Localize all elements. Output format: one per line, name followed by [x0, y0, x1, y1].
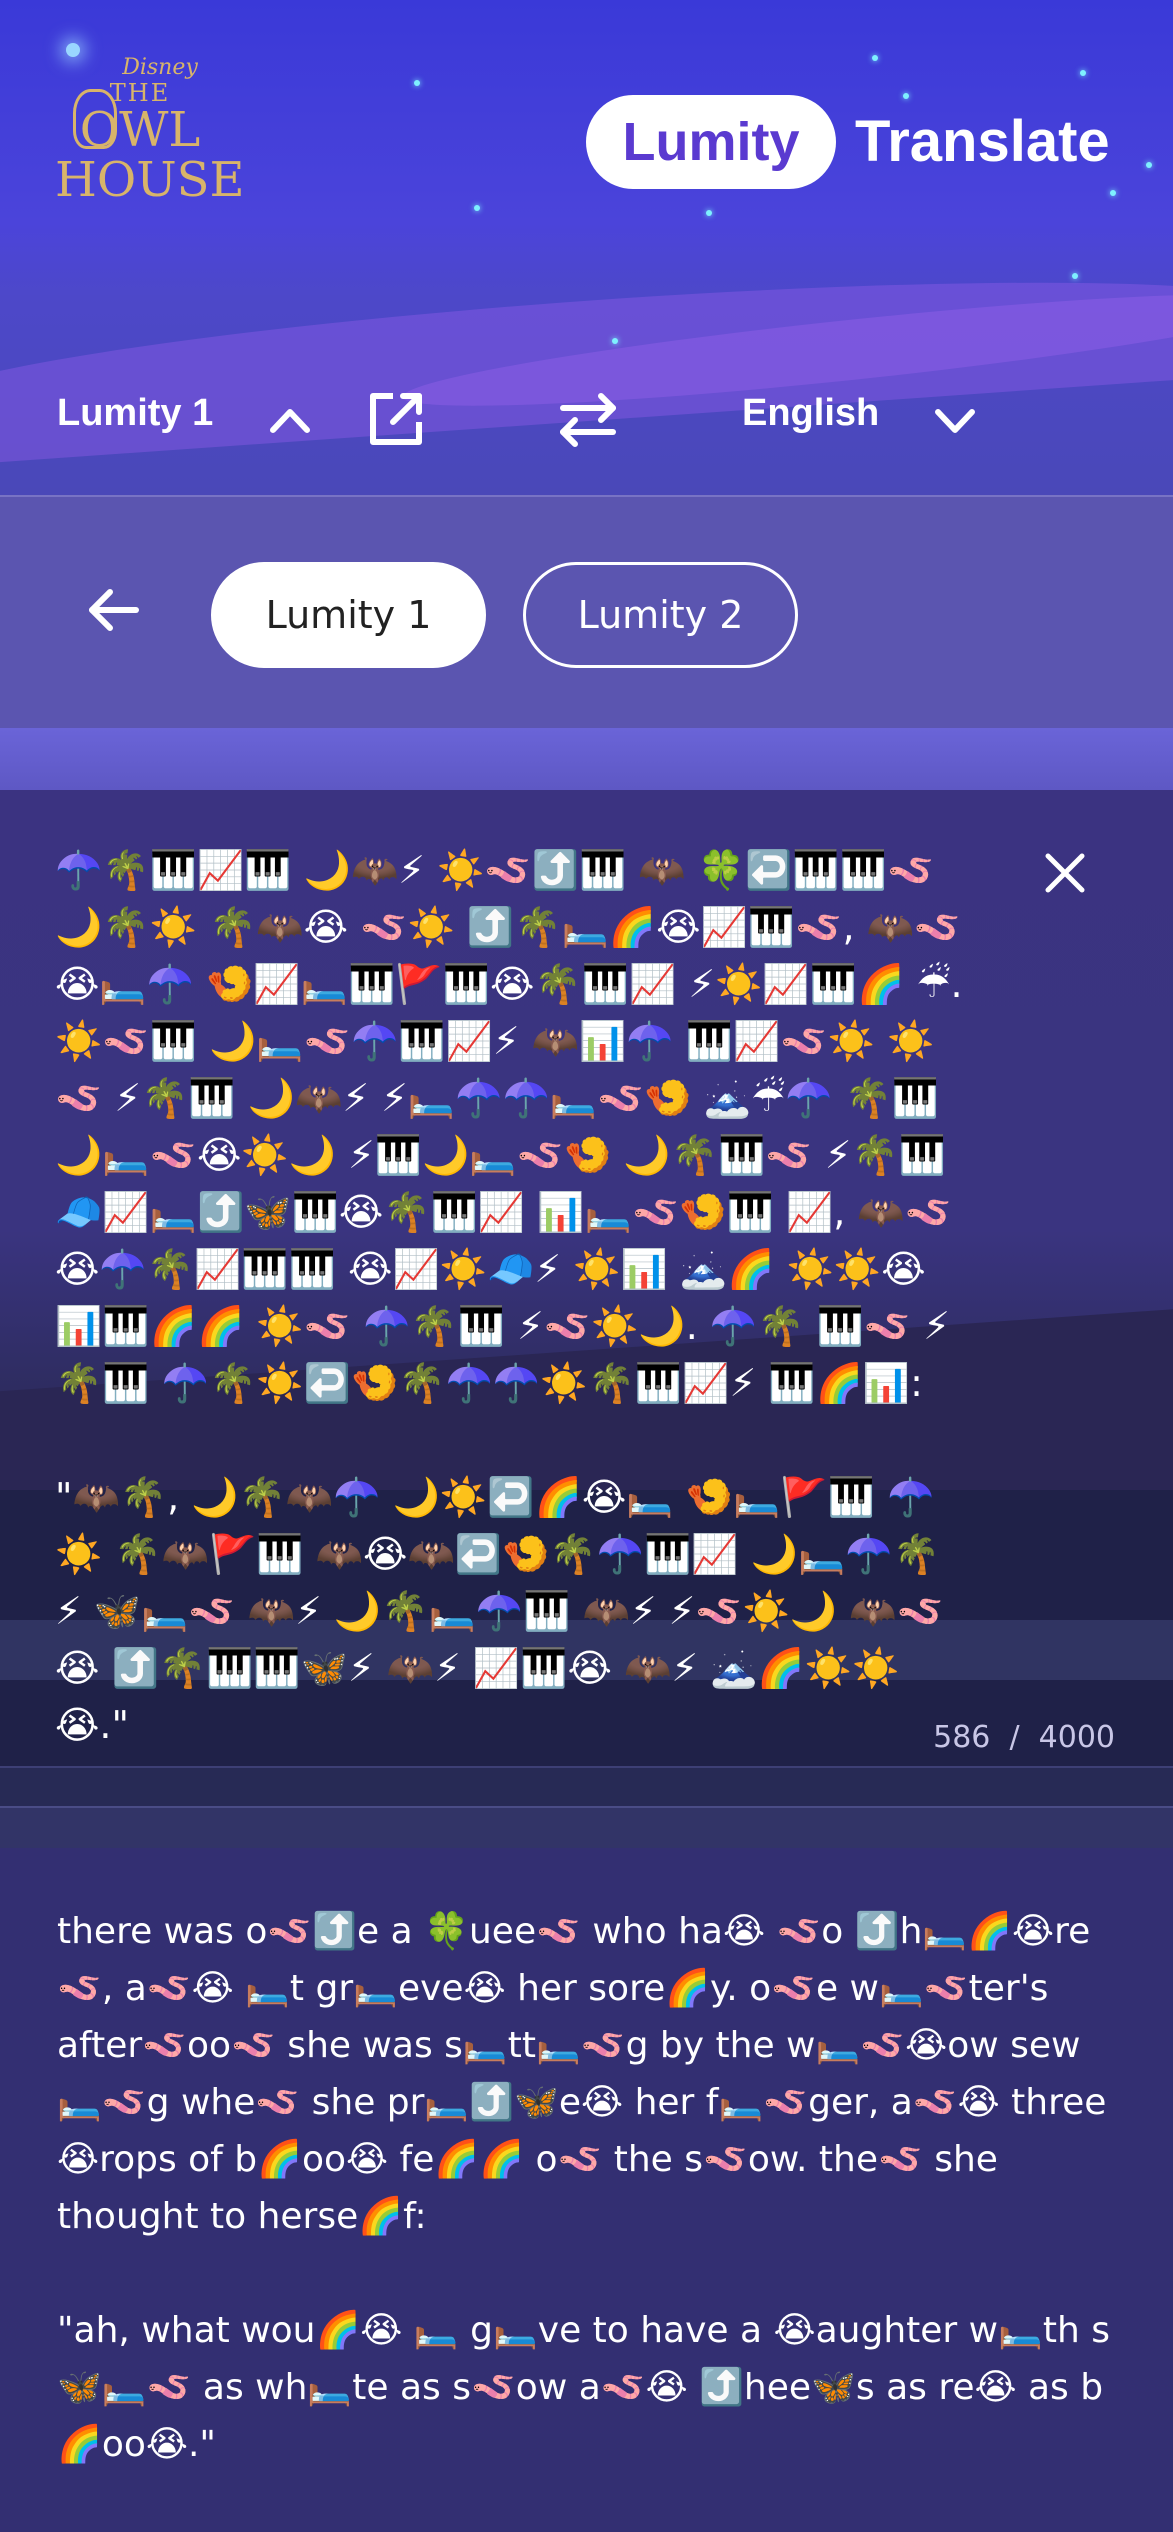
external-link-icon[interactable]	[365, 388, 427, 450]
character-counter: 586 / 4000	[933, 1720, 1115, 1755]
output-panel: there was o🪱⤴️e a 🍀uee🪱 who ha😭 🪱o ⤴️h🛏️…	[0, 1848, 1173, 2532]
star-decoration	[414, 80, 420, 86]
input-panel: ☂️🌴🎹📈🎹 🌙🦇⚡ ☀️🪱⤴️🎹 🦇 🍀↩️🎹🎹🪱 🌙🌴☀️ 🌴🦇😭 🪱☀️ …	[0, 790, 1173, 1766]
character-count: 586	[933, 1720, 991, 1755]
character-limit: 4000	[1038, 1720, 1115, 1755]
star-decoration	[706, 210, 712, 216]
brand-pill: Lumity	[586, 95, 836, 189]
panel-separator	[0, 1766, 1173, 1806]
back-arrow-icon[interactable]	[84, 585, 144, 635]
star-decoration	[474, 205, 480, 211]
chevron-down-icon[interactable]	[930, 400, 980, 440]
star-decoration	[612, 338, 618, 344]
star-decoration	[872, 55, 878, 61]
star-decoration	[1146, 162, 1152, 168]
star-decoration	[1080, 70, 1086, 76]
dialect-button-lumity-1[interactable]: Lumity 1	[211, 562, 486, 668]
language-bar: Lumity 1 English	[0, 370, 1173, 470]
swap-languages-icon[interactable]	[553, 390, 623, 450]
panel-separator-secondary	[0, 1806, 1173, 1848]
source-language-selector[interactable]: Lumity 1	[57, 392, 213, 435]
star-decoration	[1072, 273, 1078, 279]
dialect-button-lumity-2[interactable]: Lumity 2	[523, 562, 798, 668]
dialect-bar: Lumity 1 Lumity 2	[0, 495, 1173, 728]
clear-text-icon[interactable]	[1042, 850, 1088, 896]
brand-title: Translate	[855, 109, 1110, 174]
owl-emblem-icon	[73, 89, 117, 149]
logo-disney-text: Disney	[122, 55, 198, 80]
app-header: Disney THE OWL HOUSE Lumity Translate Lu…	[0, 0, 1173, 495]
star-decoration	[1110, 190, 1116, 196]
chevron-up-icon[interactable]	[265, 400, 315, 440]
source-text-input[interactable]: ☂️🌴🎹📈🎹 🌙🦇⚡ ☀️🪱⤴️🎹 🦇 🍀↩️🎹🎹🪱 🌙🌴☀️ 🌴🦇😭 🪱☀️ …	[55, 842, 975, 1754]
divider-strip	[0, 728, 1173, 790]
logo-house-text: HOUSE	[55, 152, 245, 208]
counter-separator: /	[1009, 1720, 1020, 1755]
owl-house-logo: Disney THE OWL HOUSE	[55, 55, 245, 215]
target-language-selector[interactable]: English	[742, 392, 879, 435]
translated-text-output: there was o🪱⤴️e a 🍀uee🪱 who ha😭 🪱o ⤴️h🛏️…	[57, 1911, 1111, 2465]
